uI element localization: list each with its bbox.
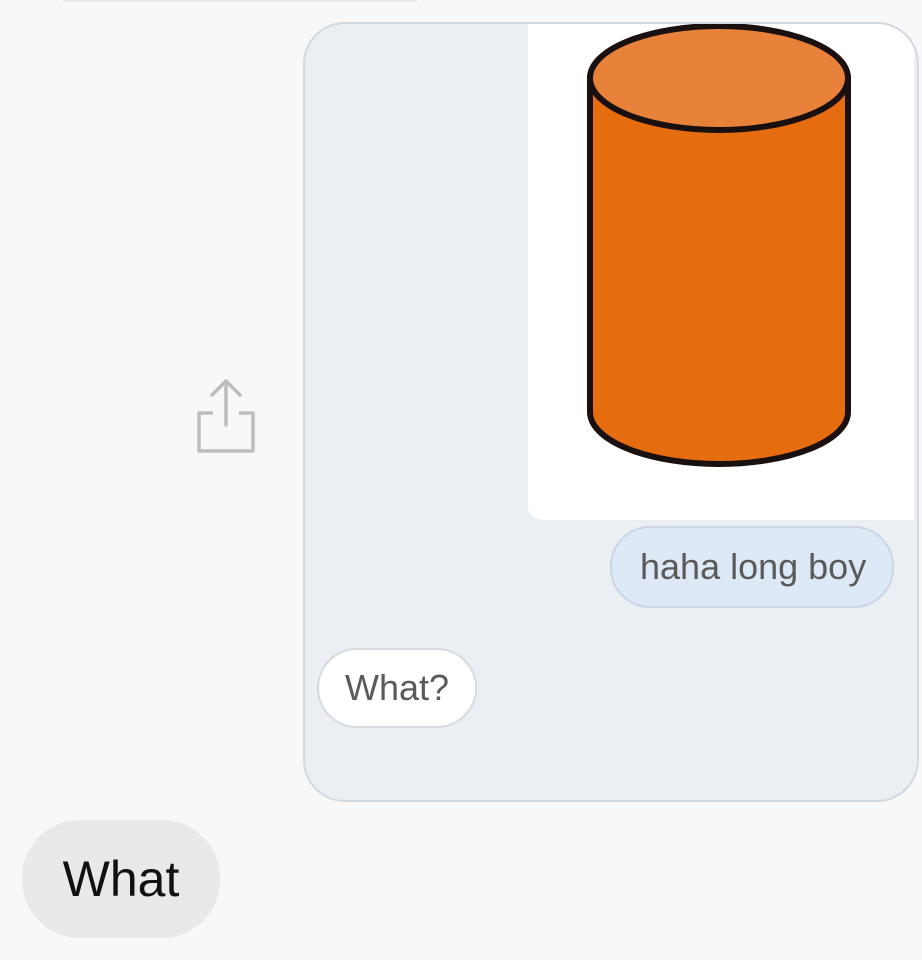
orange-cylinder-image [587,24,851,467]
sent-message-bubble[interactable]: haha long boy [610,526,895,608]
received-message-bubble[interactable]: What? [317,648,478,728]
message-text: What [62,851,180,907]
share-icon [197,379,255,453]
chat-thread: haha long boy What? What [0,0,922,960]
outgoing-message-bubble[interactable]: What [22,820,220,938]
message-text: haha long boy [640,546,867,587]
shared-conversation-card[interactable]: haha long boy What? [303,22,919,802]
previous-message-edge [60,0,420,2]
share-button[interactable] [186,370,266,460]
message-text: What? [345,667,450,708]
shared-image[interactable] [528,24,914,520]
